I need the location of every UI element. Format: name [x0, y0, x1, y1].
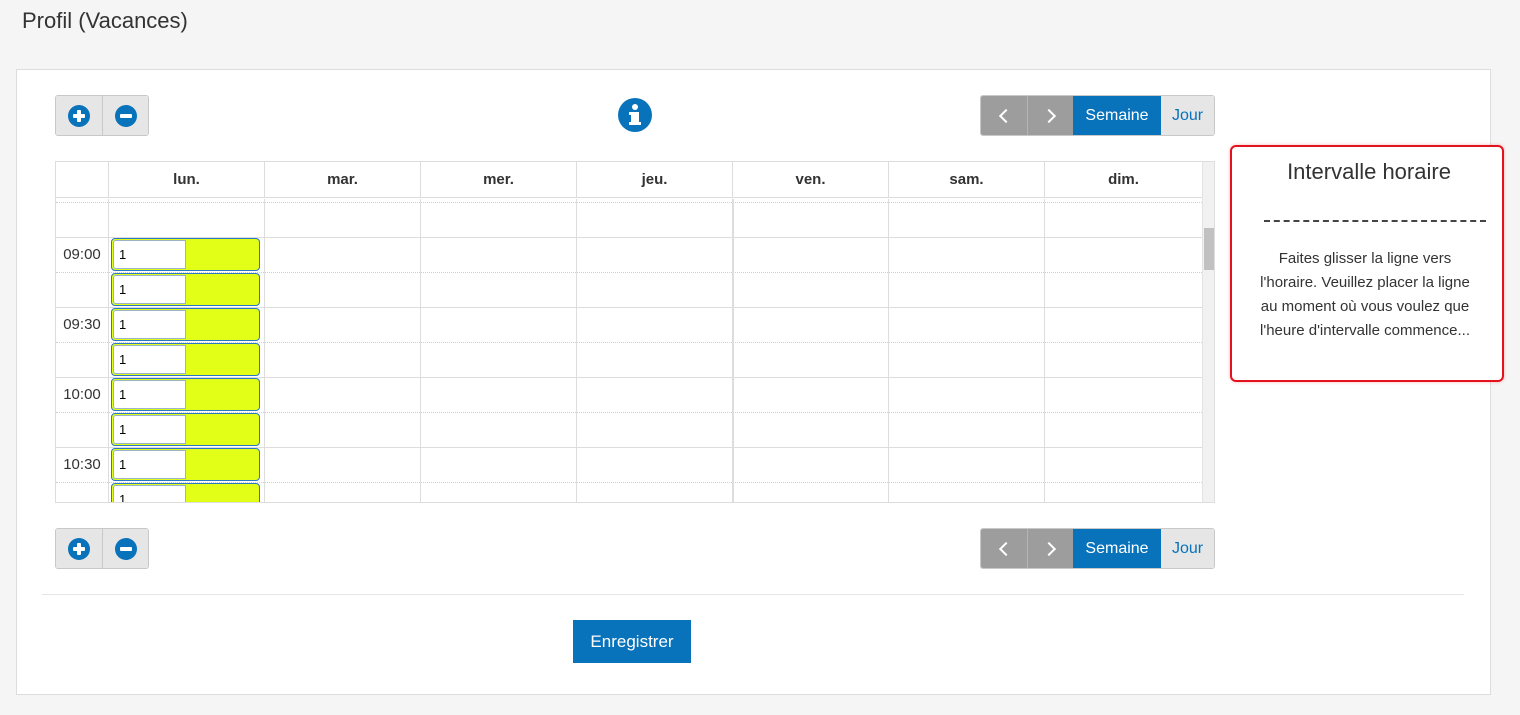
calendar-scrollbar[interactable] [1202, 162, 1214, 502]
interval-tooltip: Intervalle horaire Faites glisser la lig… [1230, 145, 1504, 382]
zoom-in-button[interactable] [56, 529, 102, 568]
event-value-input[interactable]: 1 [113, 450, 186, 479]
calendar-event[interactable]: 1 [111, 343, 260, 376]
view-nav-top: Semaine Jour [980, 95, 1215, 136]
calendar-event[interactable]: 1 [111, 483, 260, 502]
tooltip-body: Faites glisser la ligne vers l'horaire. … [1260, 250, 1470, 339]
chevron-left-icon [998, 108, 1014, 123]
time-label: 09:30 [63, 316, 101, 333]
event-value-input[interactable]: 1 [113, 240, 186, 269]
plus-circle-icon [68, 537, 90, 560]
event-value-input[interactable]: 1 [113, 275, 186, 304]
minus-circle-icon [114, 537, 137, 560]
prev-button[interactable] [981, 529, 1027, 568]
time-label: 10:00 [63, 386, 101, 403]
calendar-event[interactable]: 1 [111, 238, 260, 271]
minus-circle-icon [114, 104, 137, 127]
week-calendar: lun. mar. mer. jeu. ven. sam. dim. 09:00… [55, 161, 1215, 503]
event-value-input[interactable]: 1 [113, 415, 186, 444]
zoom-controls-bottom [55, 528, 149, 569]
day-header: jeu. [576, 162, 732, 198]
event-value-input[interactable]: 1 [113, 380, 186, 409]
event-value-input[interactable]: 1 [113, 485, 186, 502]
day-header: mar. [264, 162, 420, 198]
event-value-input[interactable]: 1 [113, 310, 186, 339]
chevron-right-icon [1041, 541, 1056, 556]
prev-button[interactable] [981, 96, 1027, 135]
day-header: sam. [888, 162, 1044, 198]
time-label: 09:00 [63, 246, 101, 263]
divider [42, 594, 1464, 595]
calendar-event[interactable]: 1 [111, 448, 260, 481]
info-icon[interactable] [618, 98, 652, 132]
calendar-event[interactable]: 1 [111, 378, 260, 411]
week-view-button[interactable]: Semaine [1073, 529, 1161, 568]
zoom-controls-top [55, 95, 149, 136]
calendar-event[interactable]: 1 [111, 413, 260, 446]
day-header: lun. [108, 162, 264, 198]
save-button[interactable]: Enregistrer [573, 620, 691, 663]
calendar-header: lun. mar. mer. jeu. ven. sam. dim. [56, 162, 1202, 198]
day-header: mer. [420, 162, 576, 198]
day-view-button[interactable]: Jour [1161, 529, 1214, 568]
chevron-left-icon [998, 541, 1014, 556]
day-header: dim. [1044, 162, 1202, 198]
view-nav-bottom: Semaine Jour [980, 528, 1215, 569]
chevron-right-icon [1041, 108, 1056, 123]
tooltip-separator [1264, 220, 1486, 222]
calendar-event[interactable]: 1 [111, 273, 260, 306]
plus-circle-icon [68, 104, 90, 127]
tooltip-title: Intervalle horaire [1287, 159, 1451, 184]
event-value-input[interactable]: 1 [113, 345, 186, 374]
next-button[interactable] [1027, 96, 1073, 135]
day-header: ven. [732, 162, 888, 198]
calendar-event[interactable]: 1 [111, 308, 260, 341]
calendar-body[interactable]: 09:00 09:30 10:00 10:30 1 1 1 1 1 1 1 1 [56, 199, 1202, 502]
next-button[interactable] [1027, 529, 1073, 568]
zoom-in-button[interactable] [56, 96, 102, 135]
zoom-out-button[interactable] [102, 96, 148, 135]
day-view-button[interactable]: Jour [1161, 96, 1214, 135]
zoom-out-button[interactable] [102, 529, 148, 568]
page-title: Profil (Vacances) [22, 8, 188, 33]
week-view-button[interactable]: Semaine [1073, 96, 1161, 135]
time-label: 10:30 [63, 456, 101, 473]
scrollbar-thumb[interactable] [1204, 228, 1214, 270]
